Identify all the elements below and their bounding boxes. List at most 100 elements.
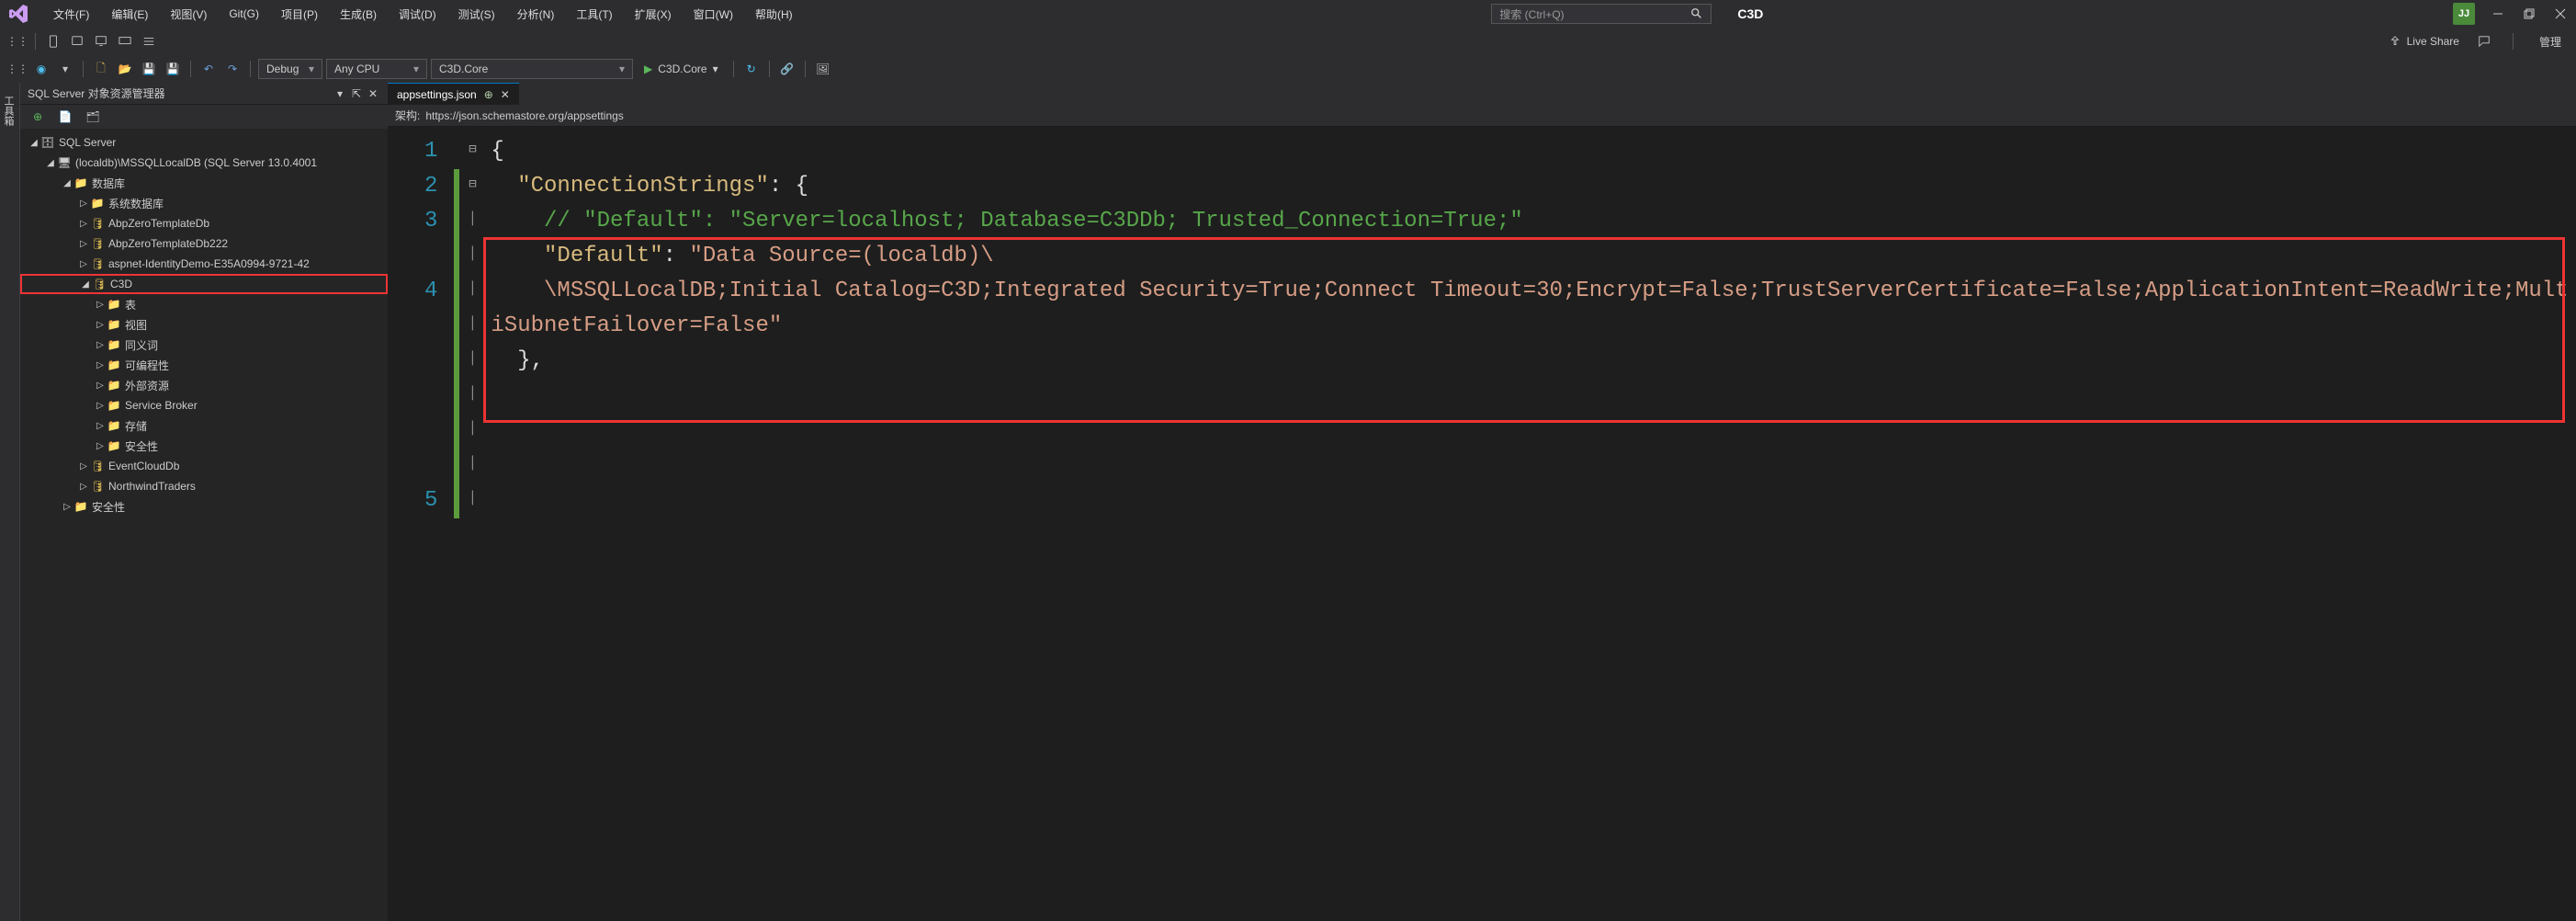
collapse-icon[interactable]: ◢ — [61, 178, 73, 188]
expand-icon[interactable]: ▷ — [77, 461, 90, 472]
close-icon[interactable]: ✕ — [366, 86, 380, 101]
open-button[interactable]: 📂 — [115, 59, 135, 79]
tree-db[interactable]: ▷ 🛢 AbpZeroTemplateDb222 — [20, 233, 388, 254]
new-project-button[interactable]: 🗋 — [91, 59, 111, 79]
tree-label: 存储 — [125, 418, 147, 434]
expand-icon[interactable]: ▷ — [77, 199, 90, 209]
tree-security[interactable]: ▷ 📁 安全性 — [20, 436, 388, 456]
live-share-button[interactable]: Live Share — [2389, 35, 2459, 48]
panel-dropdown-icon[interactable]: ▾ — [333, 86, 347, 101]
expand-icon[interactable]: ▷ — [77, 482, 90, 492]
menu-window[interactable]: 窗口(W) — [684, 3, 742, 26]
tree-db[interactable]: ▷ 🛢 aspnet-IdentityDemo-E35A0994-9721-42 — [20, 254, 388, 274]
image-config-icon[interactable]: 🖼 — [813, 59, 833, 79]
expand-icon[interactable]: ▷ — [77, 239, 90, 249]
tree-db[interactable]: ▷ 🛢 NorthwindTraders — [20, 476, 388, 496]
folder-icon: 📁 — [107, 378, 121, 392]
start-debug-button[interactable]: ▶ C3D.Core ▾ — [637, 59, 726, 79]
save-all-button[interactable]: 💾 — [163, 59, 183, 79]
sidetab-toolbox[interactable]: 工具箱 — [0, 90, 17, 903]
close-icon[interactable] — [2552, 6, 2569, 22]
menu-project[interactable]: 项目(P) — [272, 3, 327, 26]
tree-server[interactable]: ◢ 🖥 (localdb)\MSSQLLocalDB (SQL Server 1… — [20, 153, 388, 173]
maximize-icon[interactable] — [2521, 6, 2537, 22]
menu-extensions[interactable]: 扩展(X) — [626, 3, 681, 26]
device-phone-icon[interactable] — [43, 31, 63, 51]
tree-databases[interactable]: ◢ 📁 数据库 — [20, 173, 388, 193]
menu-file[interactable]: 文件(F) — [44, 3, 98, 26]
user-avatar[interactable]: JJ — [2453, 3, 2475, 25]
code-editor[interactable]: 1 2 3 4 5 — [388, 127, 2576, 921]
tree-db[interactable]: ▷ 🛢 EventCloudDb — [20, 456, 388, 476]
menu-test[interactable]: 测试(S) — [449, 3, 504, 26]
menu-build[interactable]: 生成(B) — [331, 3, 386, 26]
separator — [250, 61, 251, 77]
nav-back-button[interactable]: ◉ — [31, 59, 51, 79]
minimize-icon[interactable] — [2490, 6, 2506, 22]
schema-url[interactable]: https://json.schemastore.org/appsettings — [425, 109, 623, 122]
tree-service-broker[interactable]: ▷ 📁 Service Broker — [20, 395, 388, 415]
tree-tables[interactable]: ▷ 📁 表 — [20, 294, 388, 314]
tree-root[interactable]: ◢ 🗄 SQL Server — [20, 132, 388, 153]
expand-icon[interactable]: ▷ — [77, 259, 90, 269]
startup-dropdown[interactable]: C3D.Core ▾ — [431, 59, 633, 79]
save-button[interactable]: 💾 — [139, 59, 159, 79]
tree-system-db[interactable]: ▷ 📁 系统数据库 — [20, 193, 388, 213]
script-icon[interactable]: 📄 — [55, 107, 75, 127]
expand-icon[interactable]: ▷ — [94, 401, 107, 411]
expand-icon[interactable]: ▷ — [94, 300, 107, 310]
collapse-icon[interactable]: ◢ — [28, 138, 40, 148]
expand-icon[interactable]: ▷ — [77, 219, 90, 229]
code-text: "Data Source=(localdb)\ — [689, 244, 993, 268]
undo-button[interactable]: ↶ — [198, 59, 219, 79]
tree-views[interactable]: ▷ 📁 视图 — [20, 314, 388, 335]
tree-security-folder[interactable]: ▷ 📁 安全性 — [20, 496, 388, 517]
expand-icon[interactable]: ▷ — [61, 502, 73, 512]
editor-tab-appsettings[interactable]: appsettings.json ⊕ ✕ — [388, 83, 519, 105]
collapse-icon[interactable]: ◢ — [44, 158, 57, 168]
feedback-icon[interactable] — [2474, 31, 2494, 51]
tree-external[interactable]: ▷ 📁 外部资源 — [20, 375, 388, 395]
menu-help[interactable]: 帮助(H) — [746, 3, 802, 26]
menu-debug[interactable]: 调试(D) — [390, 3, 446, 26]
expand-icon[interactable]: ▷ — [94, 340, 107, 350]
browser-link-icon[interactable]: 🔗 — [777, 59, 797, 79]
group-icon[interactable]: 🗂 — [83, 107, 103, 127]
pin-icon[interactable]: ⇱ — [349, 86, 364, 101]
redo-button[interactable]: ↷ — [222, 59, 243, 79]
device-bars-icon[interactable] — [139, 31, 159, 51]
code-content[interactable]: { "ConnectionStrings": { // "Default": "… — [483, 127, 2576, 921]
tree-synonyms[interactable]: ▷ 📁 同义词 — [20, 335, 388, 355]
menu-analyze[interactable]: 分析(N) — [508, 3, 564, 26]
expand-icon[interactable]: ▷ — [94, 421, 107, 431]
menu-view[interactable]: 视图(V) — [161, 3, 216, 26]
device-tablet-icon[interactable] — [67, 31, 87, 51]
fold-icon[interactable]: ⊟ — [461, 134, 483, 169]
tree-db[interactable]: ▷ 🛢 AbpZeroTemplateDb — [20, 213, 388, 233]
manage-button[interactable]: 管理 — [2532, 30, 2569, 53]
panel-controls: ▾ ⇱ ✕ — [333, 86, 380, 101]
menu-edit[interactable]: 编辑(E) — [102, 3, 157, 26]
config-dropdown[interactable]: Debug ▾ — [258, 59, 322, 79]
pin-icon[interactable]: ⊕ — [484, 88, 493, 101]
expand-icon[interactable]: ▷ — [94, 441, 107, 451]
nav-forward-button[interactable]: ▾ — [55, 59, 75, 79]
tree-db-c3d[interactable]: ◢ 🛢 C3D — [20, 274, 388, 294]
expand-icon[interactable]: ▷ — [94, 360, 107, 370]
device-desktop-icon[interactable] — [91, 31, 111, 51]
expand-icon[interactable]: ▷ — [94, 381, 107, 391]
add-server-icon[interactable]: ⊕ — [28, 107, 48, 127]
search-input[interactable]: 搜索 (Ctrl+Q) — [1491, 4, 1712, 24]
tree-programmability[interactable]: ▷ 📁 可编程性 — [20, 355, 388, 375]
menu-git[interactable]: Git(G) — [220, 4, 268, 24]
fold-icon[interactable]: ⊟ — [461, 169, 483, 204]
platform-dropdown[interactable]: Any CPU ▾ — [326, 59, 427, 79]
config-value: Debug — [266, 63, 299, 75]
close-icon[interactable]: ✕ — [501, 88, 510, 101]
collapse-icon[interactable]: ◢ — [79, 279, 92, 290]
expand-icon[interactable]: ▷ — [94, 320, 107, 330]
refresh-icon[interactable]: ↻ — [741, 59, 762, 79]
tree-storage[interactable]: ▷ 📁 存储 — [20, 415, 388, 436]
device-monitor-icon[interactable] — [115, 31, 135, 51]
menu-tools[interactable]: 工具(T) — [567, 3, 621, 26]
